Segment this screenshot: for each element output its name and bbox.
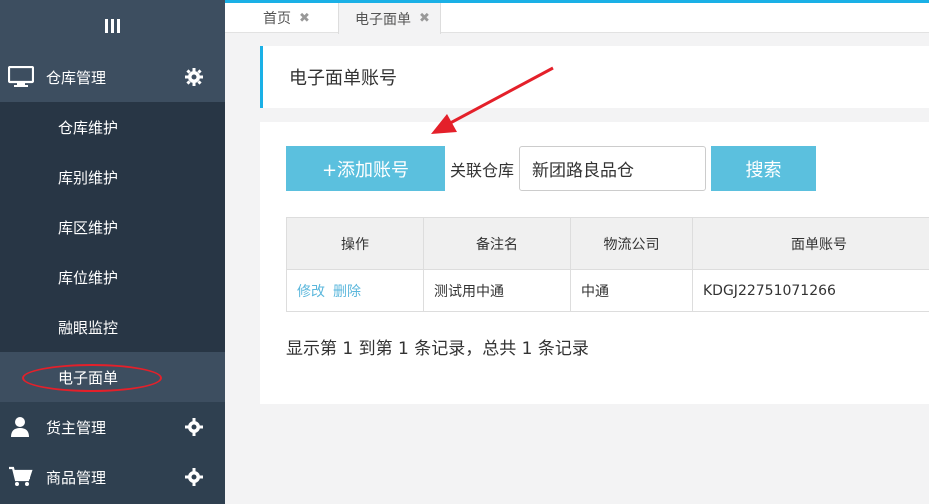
column-header: 操作	[286, 217, 424, 270]
sidebar-group-owner[interactable]: 货主管理	[0, 402, 225, 452]
account-cell: KDGJ22751071266	[692, 269, 929, 312]
sidebar-group-label: 货主管理	[46, 418, 107, 437]
company-cell: 中通	[570, 269, 693, 312]
remark-cell: 测试用中通	[423, 269, 571, 312]
ops-cell: 修改 删除	[286, 269, 424, 312]
sidebar-group-label: 仓库管理	[46, 68, 107, 87]
tab-e-waybill[interactable]: 电子面单 ✖	[338, 3, 441, 34]
column-header: 备注名	[423, 217, 571, 270]
sidebar-item-storage-type[interactable]: 库别维护	[0, 152, 225, 202]
content-card: +添加账号 关联仓库 搜索 操作 备注名 物流公司 面单账号 修改删除 测试	[260, 122, 929, 404]
column-header: 面单账号	[692, 217, 929, 270]
sidebar-item-zone[interactable]: 库区维护	[0, 202, 225, 252]
tab-home[interactable]: 首页 ✖	[263, 3, 310, 33]
sidebar-item-warehouse-maintain[interactable]: 仓库维护	[0, 102, 225, 152]
tab-bar: 首页 ✖ 电子面单 ✖	[225, 3, 929, 34]
pagination-summary: 显示第 1 到第 1 条记录，总共 1 条记录	[286, 339, 589, 359]
user-icon	[11, 417, 29, 437]
edit-link[interactable]: 修改	[297, 284, 325, 300]
menu-bars-icon	[105, 19, 120, 33]
add-account-button[interactable]: +添加账号	[286, 146, 445, 191]
main-content: 首页 ✖ 电子面单 ✖ 电子面单账号 +添加账号 关联仓库 搜索 操作 备注名 …	[225, 0, 929, 504]
sidebar-submenu: 仓库维护 库别维护 库区维护 库位维护 融眼监控 电子面单	[0, 102, 225, 402]
sidebar-group-goods[interactable]: 商品管理	[0, 452, 225, 502]
close-icon[interactable]: ✖	[419, 11, 430, 26]
delete-link[interactable]: 删除	[333, 284, 361, 300]
sidebar-item-monitor[interactable]: 融眼监控	[0, 302, 225, 352]
sidebar-item-location[interactable]: 库位维护	[0, 252, 225, 302]
page-title: 电子面单账号	[260, 46, 929, 108]
accounts-table: 操作 备注名 物流公司 面单账号 修改 删除 测试用中通 中通 KDGJ22751…	[286, 217, 929, 312]
warehouse-label: 关联仓库	[450, 160, 515, 180]
annotation-ellipse	[22, 364, 162, 392]
sidebar: 仓库管理 仓库维护 库别维护 库区维护 库位维护 融眼监控 电子面单 货主管理 …	[0, 0, 225, 504]
tab-label: 电子面单	[355, 11, 411, 28]
gear-icon[interactable]	[185, 468, 203, 486]
warehouse-input[interactable]	[519, 146, 707, 191]
sidebar-item-e-waybill[interactable]: 电子面单	[0, 352, 225, 402]
sidebar-group-warehouse[interactable]: 仓库管理	[0, 52, 225, 102]
table-row: 修改 删除 测试用中通 中通 KDGJ22751071266	[286, 269, 929, 312]
sidebar-group-label: 商品管理	[46, 468, 107, 487]
cart-icon	[9, 466, 33, 486]
toolbar: +添加账号 关联仓库 搜索	[286, 146, 817, 191]
search-button[interactable]: 搜索	[711, 146, 817, 191]
gear-icon[interactable]	[185, 68, 203, 86]
menu-toggle[interactable]	[0, 0, 225, 52]
tab-label: 首页	[263, 11, 291, 27]
monitor-icon	[8, 66, 34, 87]
column-header: 物流公司	[570, 217, 693, 270]
close-icon[interactable]: ✖	[299, 11, 310, 26]
gear-icon[interactable]	[185, 418, 203, 436]
